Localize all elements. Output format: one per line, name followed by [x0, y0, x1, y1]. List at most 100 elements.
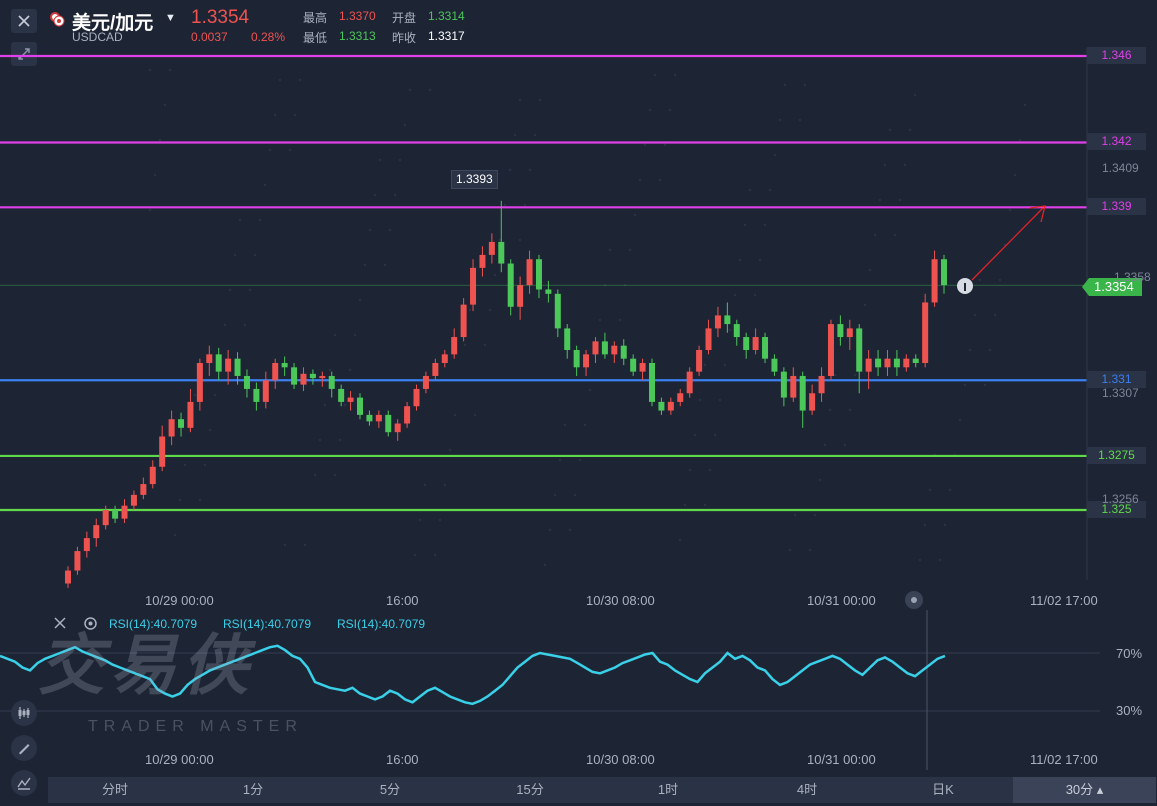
- map-dot: [733, 293, 737, 297]
- map-dot: [568, 528, 572, 532]
- price-level-tag: 1.346: [1087, 47, 1146, 64]
- candle-body: [178, 419, 185, 428]
- candle-body: [630, 358, 637, 372]
- map-dot: [313, 473, 317, 477]
- map-dot: [928, 488, 932, 492]
- candle-body: [498, 241, 505, 264]
- candle-body: [554, 293, 561, 329]
- map-dot: [378, 158, 382, 162]
- indicator-icon: [17, 777, 31, 790]
- map-dot: [1013, 173, 1017, 177]
- candle-body: [281, 362, 288, 368]
- pencil-icon: [19, 744, 30, 755]
- map-dot: [208, 428, 212, 432]
- map-dot: [163, 103, 167, 107]
- timeframe-7[interactable]: 30分 ▴: [1013, 777, 1156, 803]
- map-dot: [718, 398, 722, 402]
- map-dot: [158, 138, 162, 142]
- map-dot: [198, 498, 202, 502]
- map-dot: [853, 373, 857, 377]
- timeframe-bar: [48, 777, 1156, 803]
- chart-type-button[interactable]: [11, 700, 37, 726]
- timeframe-6[interactable]: 日K: [918, 777, 968, 803]
- map-dot: [348, 368, 352, 372]
- map-dot: [693, 433, 697, 437]
- candle-body: [140, 484, 147, 495]
- map-dot: [258, 218, 262, 222]
- map-dot: [893, 233, 897, 237]
- candle-body: [931, 259, 938, 303]
- map-dot: [393, 193, 397, 197]
- map-dot: [278, 78, 282, 82]
- map-dot: [713, 433, 717, 437]
- map-dot: [683, 503, 687, 507]
- timeframe-3[interactable]: 15分: [505, 777, 555, 803]
- x-axis-label: 10/31 00:00: [807, 593, 876, 608]
- map-dot: [908, 128, 912, 132]
- scroll-to-latest-button[interactable]: [905, 591, 923, 609]
- candle-body: [658, 401, 665, 411]
- map-dot: [958, 418, 962, 422]
- map-dot: [1023, 103, 1027, 107]
- map-dot: [268, 148, 272, 152]
- map-dot: [523, 203, 527, 207]
- map-dot: [673, 73, 677, 77]
- price-tick: 1.3358: [1114, 270, 1151, 284]
- price-tick: 1.3409: [1102, 161, 1139, 175]
- map-dot: [518, 238, 522, 242]
- candle-body: [517, 285, 524, 307]
- map-dot: [488, 308, 492, 312]
- map-dot: [203, 463, 207, 467]
- map-dot: [1018, 138, 1022, 142]
- map-dot: [538, 98, 542, 102]
- map-dot: [998, 278, 1002, 282]
- map-dot: [923, 523, 927, 527]
- map-dot: [823, 443, 827, 447]
- map-dot: [323, 403, 327, 407]
- draw-tool-button[interactable]: [11, 735, 37, 761]
- map-dot: [528, 168, 532, 172]
- candle-body: [733, 324, 740, 338]
- map-dot: [813, 513, 817, 517]
- map-dot: [493, 273, 497, 277]
- indicator-button[interactable]: [11, 770, 37, 796]
- candle-body: [187, 401, 194, 428]
- map-dot: [793, 513, 797, 517]
- map-dot: [263, 183, 267, 187]
- map-dot: [883, 163, 887, 167]
- map-dot: [398, 158, 402, 162]
- candle-body: [300, 373, 307, 385]
- candle-body: [168, 419, 175, 437]
- candle-body: [941, 259, 947, 286]
- candle-body: [451, 337, 458, 355]
- map-dot: [803, 83, 807, 87]
- candle-body: [319, 375, 326, 379]
- candle-body: [837, 324, 844, 338]
- map-dot: [548, 528, 552, 532]
- candle-body: [526, 259, 533, 286]
- map-dot: [663, 143, 667, 147]
- candle-body: [677, 393, 684, 402]
- price-level-tag: 1.342: [1087, 133, 1146, 151]
- candle-body: [479, 254, 486, 268]
- map-dot: [783, 83, 787, 87]
- map-dot: [898, 198, 902, 202]
- map-dot: [598, 318, 602, 322]
- map-dot: [303, 543, 307, 547]
- candle-body: [470, 267, 477, 305]
- timeframe-1[interactable]: 1分: [228, 777, 278, 803]
- candle-body: [74, 551, 81, 571]
- candle-body: [875, 358, 882, 368]
- map-dot: [648, 108, 652, 112]
- map-dot: [578, 458, 582, 462]
- candle-body: [545, 289, 552, 294]
- candle-body: [328, 375, 335, 389]
- timeframe-2[interactable]: 5分: [365, 777, 415, 803]
- timeframe-5[interactable]: 4时: [782, 777, 832, 803]
- price-level-tag: 1.3275: [1087, 446, 1146, 464]
- map-dot: [353, 333, 357, 337]
- timeframe-4[interactable]: 1时: [643, 777, 693, 803]
- map-dot: [153, 173, 157, 177]
- map-dot: [943, 523, 947, 527]
- timeframe-0[interactable]: 分时: [90, 777, 140, 803]
